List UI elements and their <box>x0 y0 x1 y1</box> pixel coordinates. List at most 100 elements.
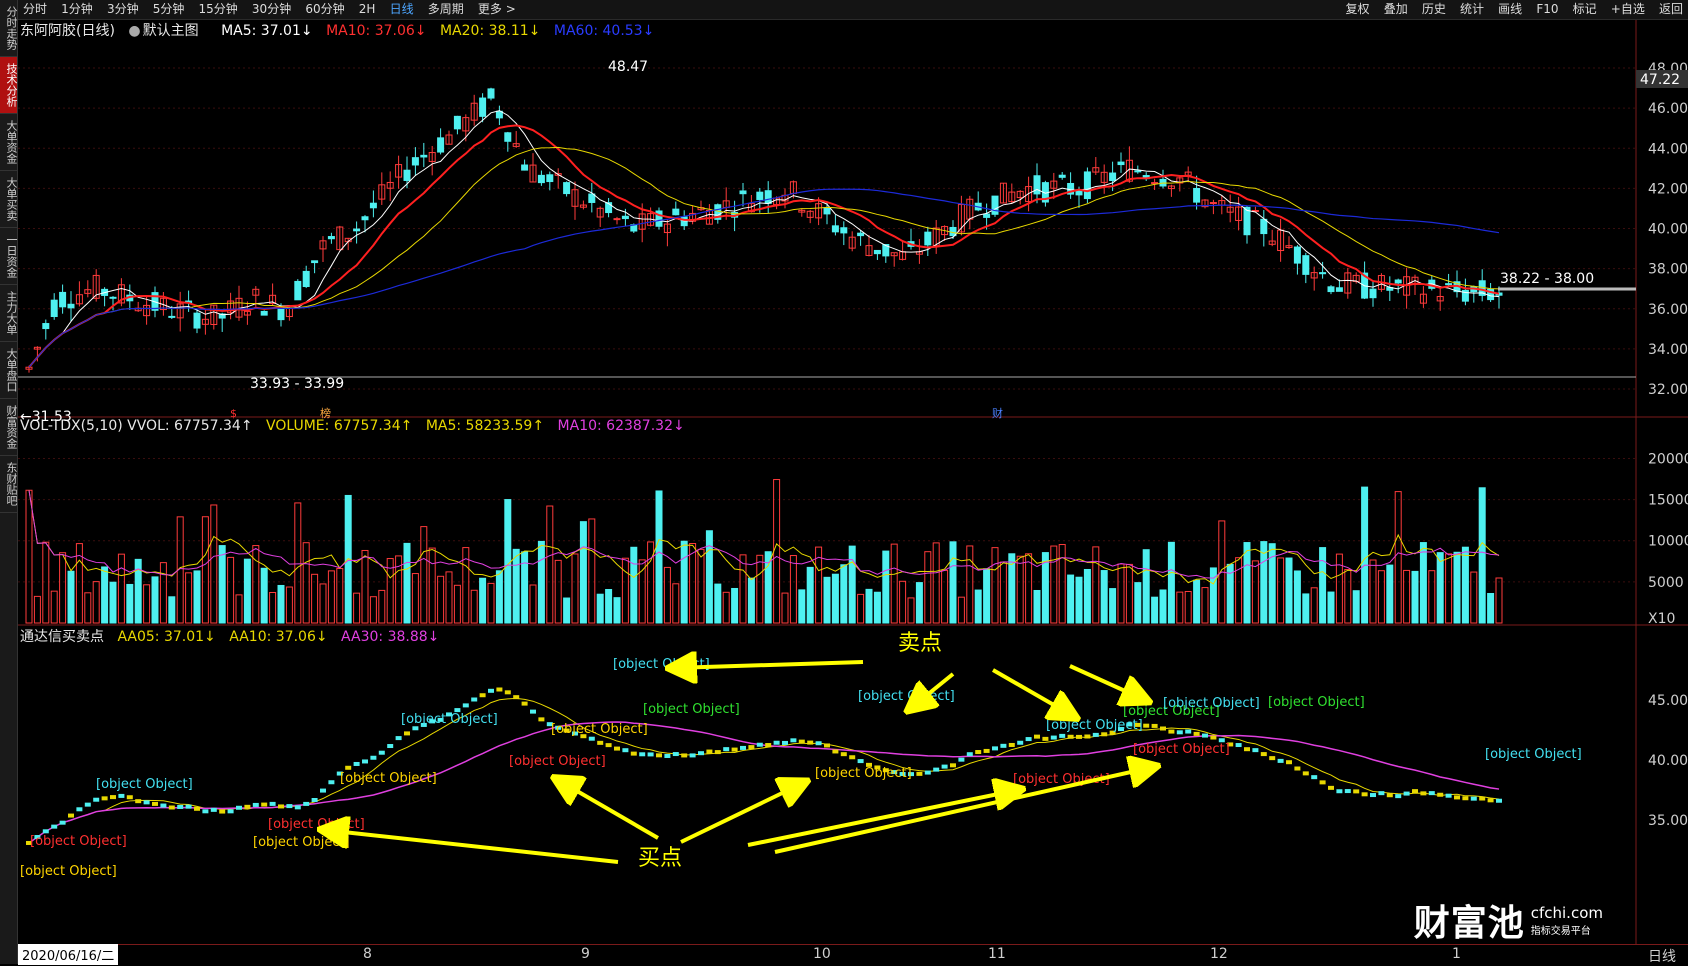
side-tab-daily-funds[interactable]: 一日资金 <box>0 228 18 285</box>
ind-step <box>647 752 654 757</box>
logo-sub: 指标交易平台 <box>1530 925 1591 937</box>
ind-step <box>1160 726 1166 731</box>
volume-bar <box>924 551 932 624</box>
side-tab-main-bigorder[interactable]: 主力大单 <box>0 285 18 342</box>
tool-f10[interactable]: F10 <box>1531 0 1563 19</box>
side-tab-wealth-funds[interactable]: 财富资金 <box>0 399 18 456</box>
chart-canvas[interactable]: 48.0046.0044.0042.0040.0038.0036.0034.00… <box>18 20 1688 944</box>
volume-bar <box>1411 570 1419 624</box>
volume-bar <box>831 573 839 624</box>
tool-stats[interactable]: 统计 <box>1455 0 1489 19</box>
signal-19: [object Object] <box>1268 695 1365 710</box>
candle-body <box>67 303 75 309</box>
candle-body <box>109 296 117 299</box>
tool-draw[interactable]: 画线 <box>1493 0 1527 19</box>
volume-bar <box>1083 568 1091 624</box>
period-60min[interactable]: 60分钟 <box>300 0 349 19</box>
ind-step <box>1412 789 1418 794</box>
volume-bar <box>899 580 907 624</box>
signal-2: [object Object] <box>30 834 127 849</box>
tool-overlay[interactable]: 叠加 <box>1379 0 1413 19</box>
period-intraday[interactable]: 分时 <box>18 0 52 19</box>
price-tick: 32.00 <box>1648 382 1688 398</box>
period-1min[interactable]: 1分钟 <box>56 0 98 19</box>
side-tab-forum[interactable]: 东财贴吧 <box>0 456 18 513</box>
ind-step <box>681 753 688 758</box>
period-15min[interactable]: 15分钟 <box>194 0 243 19</box>
candle-body <box>294 280 302 301</box>
period-5min[interactable]: 5分钟 <box>148 0 190 19</box>
volume-bar <box>428 547 436 624</box>
month-nov: 11 <box>988 946 1006 962</box>
ind-step <box>395 736 402 741</box>
ind-step <box>832 749 839 754</box>
volume-bar <box>1184 590 1192 624</box>
volume-bar <box>991 547 999 624</box>
tool-history[interactable]: 历史 <box>1417 0 1451 19</box>
ind-step <box>1235 743 1242 748</box>
range-label-2: 38.22 - 38.00 <box>1500 271 1594 287</box>
marker-finance[interactable]: 财 <box>992 406 1003 420</box>
side-tab-bigorder-book[interactable]: 大单盘口 <box>0 342 18 399</box>
tool-mark[interactable]: 标记 <box>1568 0 1602 19</box>
ind-step <box>1319 780 1326 785</box>
volume-bar <box>353 592 361 624</box>
volume-bar <box>1100 570 1108 624</box>
ind-step <box>1168 729 1175 734</box>
period-3min[interactable]: 3分钟 <box>102 0 144 19</box>
tool-adjust[interactable]: 复权 <box>1341 0 1375 19</box>
period-2h[interactable]: 2H <box>354 0 381 19</box>
candle-body <box>983 213 991 218</box>
tool-add-watch[interactable]: +自选 <box>1606 0 1650 19</box>
ind-step <box>723 747 730 752</box>
volume-bar <box>193 570 201 624</box>
chart-tools: 复权 叠加 历史 统计 画线 F10 标记 +自选 返回 <box>1341 0 1688 19</box>
volume-bar <box>529 584 537 624</box>
period-multi[interactable]: 多周期 <box>423 0 469 19</box>
volume-bar <box>1092 546 1100 624</box>
candle-body <box>1151 182 1159 185</box>
volume-bar <box>1176 591 1184 624</box>
side-tab-technical[interactable]: 技术分析 <box>0 57 18 114</box>
volume-bar <box>957 596 965 624</box>
price-tick: 36.00 <box>1648 302 1688 318</box>
candle-body <box>1209 202 1217 205</box>
volume-bar <box>185 572 193 624</box>
candle-body <box>1319 272 1327 275</box>
candle-body <box>924 231 932 246</box>
ind-step <box>807 740 814 745</box>
volume-bar <box>655 490 663 624</box>
ind-step <box>286 804 293 809</box>
ind-step <box>1361 792 1368 797</box>
volume-bar <box>546 505 554 624</box>
volume-bar <box>789 555 797 624</box>
volume-bar <box>1033 589 1041 624</box>
ind-step <box>42 829 49 834</box>
period-more[interactable]: 更多 > <box>473 0 521 19</box>
ind-step <box>110 795 116 800</box>
volume-bar <box>1277 557 1285 624</box>
ind-step <box>622 748 629 753</box>
ind-step <box>740 745 746 750</box>
volume-bar <box>42 541 50 624</box>
candle-body <box>1075 190 1083 196</box>
side-tab-intraday[interactable]: 分时走势 <box>0 0 18 57</box>
current-price: 47.22 <box>1640 72 1680 88</box>
side-tab-bigorder-trade[interactable]: 大单买卖 <box>0 171 18 228</box>
marker-dollar[interactable]: $ <box>230 407 237 420</box>
cfchi-logo: 财富池 cfchi.com 指标交易平台 <box>1414 894 1603 946</box>
volume-bar <box>92 581 100 624</box>
volume-bar <box>739 554 747 624</box>
candle-body <box>831 225 839 233</box>
period-30min[interactable]: 30分钟 <box>247 0 296 19</box>
volume-bar <box>1067 574 1075 624</box>
candle-body <box>504 132 512 142</box>
tool-back[interactable]: 返回 <box>1654 0 1688 19</box>
volume-bar <box>437 575 445 624</box>
period-daily[interactable]: 日线 <box>385 0 419 19</box>
candle-body <box>327 236 335 240</box>
ind-step <box>1378 791 1385 796</box>
side-tab-bigorder-funds[interactable]: 大单资金 <box>0 114 18 171</box>
marker-board[interactable]: 榜 <box>320 406 331 420</box>
ind-step <box>59 820 66 825</box>
